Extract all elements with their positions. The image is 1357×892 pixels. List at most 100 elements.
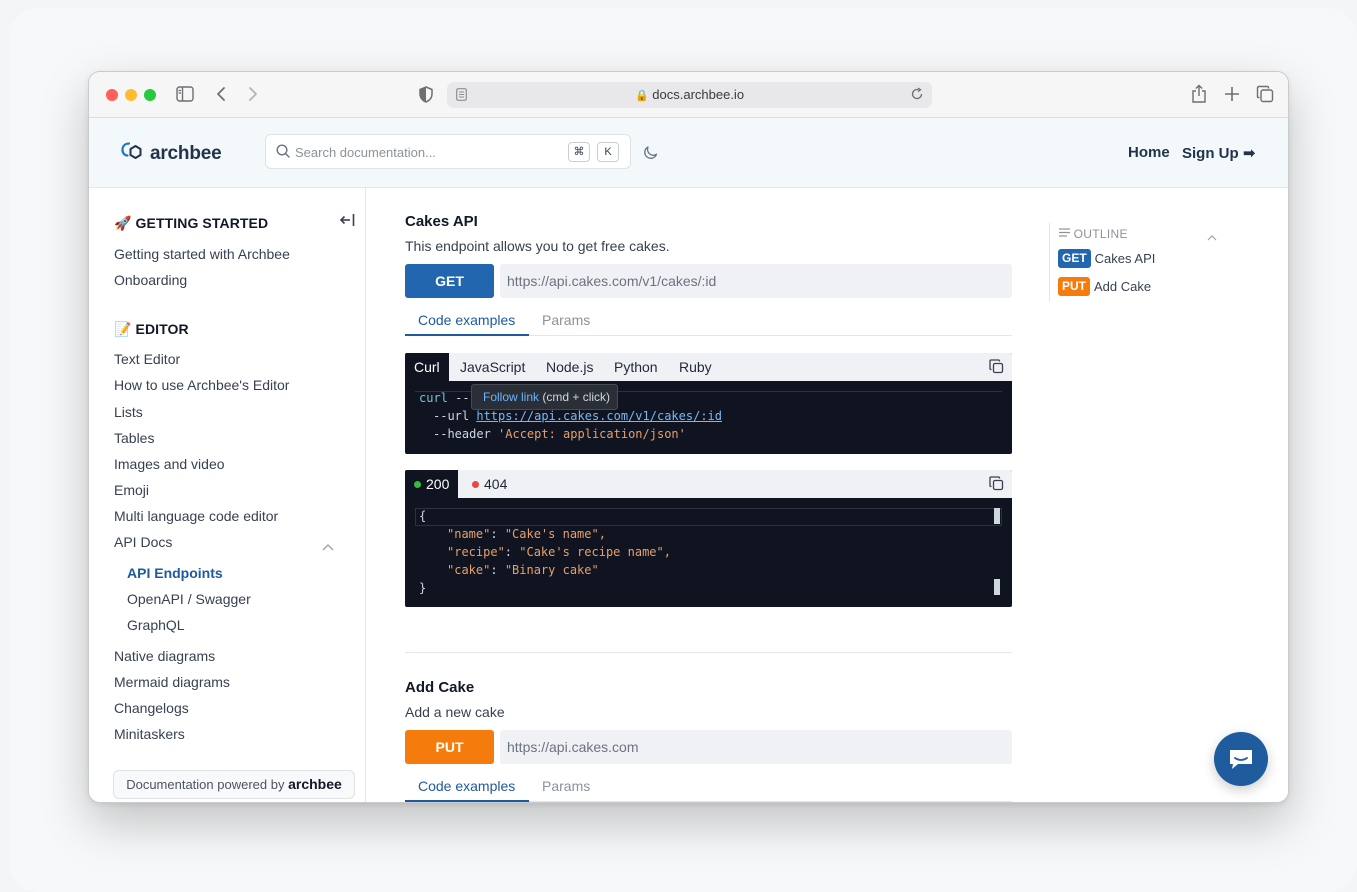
new-tab-icon[interactable] xyxy=(1224,86,1240,105)
request-code-panel: Curl JavaScript Node.js Python Ruby curl… xyxy=(405,353,1012,454)
tooltip-hint: (cmd + click) xyxy=(542,390,611,404)
sidebar-toggle-icon[interactable] xyxy=(176,86,194,105)
tab-params[interactable]: Params xyxy=(542,778,590,802)
copy-icon[interactable] xyxy=(989,359,1004,379)
powered-by-text: Documentation powered by xyxy=(126,777,285,792)
lang-tab-ruby[interactable]: Ruby xyxy=(670,353,721,381)
outline-put-badge: PUT xyxy=(1058,277,1090,296)
chat-support-button[interactable] xyxy=(1214,732,1268,786)
nav-signup-link[interactable]: Sign Up ➡ xyxy=(1182,144,1255,162)
forward-icon[interactable] xyxy=(248,86,258,105)
tab-code-examples[interactable]: Code examples xyxy=(418,778,515,802)
status-404-label: 404 xyxy=(484,476,508,492)
search-input[interactable]: Search documentation... ⌘ K xyxy=(265,134,631,169)
code-url-link[interactable]: https://api.cakes.com/v1/cakes/:id xyxy=(476,409,722,423)
cmd-key-hint: ⌘ xyxy=(568,142,590,162)
sidebar-item-lists[interactable]: Lists xyxy=(114,404,143,420)
endpoint-tabs: Code examples Params xyxy=(405,778,1012,802)
lang-tab-nodejs[interactable]: Node.js xyxy=(537,353,602,381)
powered-by-brand: archbee xyxy=(288,776,342,792)
success-dot-icon xyxy=(414,481,421,488)
outline-item-add-cake[interactable]: PUT Add Cake xyxy=(1058,277,1151,296)
sidebar-item-tables[interactable]: Tables xyxy=(114,430,154,446)
collapse-sidebar-icon[interactable] xyxy=(339,213,355,232)
sidebar-item-multi-language-code-editor[interactable]: Multi language code editor xyxy=(114,508,278,524)
active-line-highlight xyxy=(415,508,1002,526)
copy-icon[interactable] xyxy=(989,476,1004,496)
tab-params[interactable]: Params xyxy=(542,312,590,336)
json-open-brace: { xyxy=(419,509,426,523)
archbee-logo[interactable]: archbee xyxy=(120,141,222,166)
status-tab-404[interactable]: 404 xyxy=(463,470,516,498)
json-value-recipe: "Cake's recipe name", xyxy=(519,545,671,559)
powered-by-badge[interactable]: Documentation powered by archbee xyxy=(113,770,355,799)
section-divider xyxy=(405,652,1012,653)
status-tab-200[interactable]: 200 xyxy=(405,470,459,498)
endpoint-url: https://api.cakes.com xyxy=(500,730,1012,764)
sidebar-item-api-docs[interactable]: API Docs xyxy=(114,534,172,550)
status-tabs: 200 404 xyxy=(405,470,1012,498)
endpoint-title: Cakes API xyxy=(405,213,478,230)
logo-text: archbee xyxy=(150,142,222,164)
lang-tab-javascript[interactable]: JavaScript xyxy=(451,353,534,381)
chevron-up-icon[interactable] xyxy=(322,538,334,556)
site-header: archbee Search documentation... ⌘ K Home… xyxy=(89,118,1288,188)
sidebar: 🚀 GETTING STARTED Getting started with A… xyxy=(89,188,366,802)
browser-window: 🔒 docs.archbee.io archbee Search documen… xyxy=(88,71,1289,803)
privacy-shield-icon[interactable] xyxy=(419,86,433,106)
sidebar-item-onboarding[interactable]: Onboarding xyxy=(114,272,187,288)
tooltip-follow-link: Follow link xyxy=(483,390,540,404)
sidebar-item-how-to-use-editor[interactable]: How to use Archbee's Editor xyxy=(114,377,289,393)
sidebar-item-getting-started-with-archbee[interactable]: Getting started with Archbee xyxy=(114,246,290,262)
code-line-1: curl --r xyxy=(419,391,477,405)
language-tabs: Curl JavaScript Node.js Python Ruby xyxy=(405,353,1012,381)
outline-title: OUTLINE xyxy=(1073,227,1128,241)
sidebar-item-api-endpoints[interactable]: API Endpoints xyxy=(127,565,223,581)
sidebar-item-openapi-swagger[interactable]: OpenAPI / Swagger xyxy=(127,591,251,607)
sidebar-item-native-diagrams[interactable]: Native diagrams xyxy=(114,648,215,664)
response-code-body[interactable]: { "name": "Cake's name", "recipe": "Cake… xyxy=(405,498,1012,607)
active-tab-indicator xyxy=(405,334,529,336)
close-window-button[interactable] xyxy=(106,89,118,101)
sidebar-section-editor: 📝 EDITOR xyxy=(114,321,189,337)
sidebar-item-graphql[interactable]: GraphQL xyxy=(127,617,185,633)
json-value-name: "Cake's name", xyxy=(504,527,606,541)
zoom-window-button[interactable] xyxy=(144,89,156,101)
search-placeholder: Search documentation... xyxy=(295,145,436,160)
outline-item-label: Add Cake xyxy=(1094,279,1152,294)
nav-home-link[interactable]: Home xyxy=(1128,144,1170,161)
get-method-badge: GET xyxy=(405,264,494,298)
response-code-panel: 200 404 { "name": "Cake's name", "recipe… xyxy=(405,470,1012,607)
outline-item-cakes-api[interactable]: GET Cakes API xyxy=(1058,249,1155,268)
sidebar-item-emoji[interactable]: Emoji xyxy=(114,482,149,498)
json-line-name: "name": "Cake's name", xyxy=(447,527,606,541)
request-code-body[interactable]: curl --r --url https://api.cakes.com/v1/… xyxy=(405,381,1012,454)
sidebar-item-minitaskers[interactable]: Minitaskers xyxy=(114,726,185,742)
address-bar[interactable]: 🔒 docs.archbee.io xyxy=(447,82,932,108)
error-dot-icon xyxy=(472,481,479,488)
sidebar-item-images-and-video[interactable]: Images and video xyxy=(114,456,225,472)
tab-overview-icon[interactable] xyxy=(1256,85,1274,106)
back-icon[interactable] xyxy=(216,86,226,105)
lang-tab-curl[interactable]: Curl xyxy=(405,353,449,381)
status-200-label: 200 xyxy=(426,476,450,492)
sidebar-item-changelogs[interactable]: Changelogs xyxy=(114,700,189,716)
sidebar-item-mermaid-diagrams[interactable]: Mermaid diagrams xyxy=(114,674,230,690)
outline-get-badge: GET xyxy=(1058,249,1091,268)
tab-code-examples[interactable]: Code examples xyxy=(418,312,515,336)
dark-mode-moon-icon[interactable] xyxy=(643,144,659,165)
reload-icon[interactable] xyxy=(910,87,924,106)
json-key-name: "name" xyxy=(447,527,491,541)
code-curl-cmd: curl xyxy=(419,391,448,405)
sidebar-item-text-editor[interactable]: Text Editor xyxy=(114,351,180,367)
lang-tab-python[interactable]: Python xyxy=(605,353,667,381)
follow-link-tooltip: Follow link (cmd + click) xyxy=(471,384,619,410)
endpoint-tabs: Code examples Params xyxy=(405,312,1012,336)
address-text: 🔒 docs.archbee.io xyxy=(447,87,932,102)
cursor-block-bottom xyxy=(994,579,1000,595)
outline-collapse-chevron-icon[interactable] xyxy=(1207,228,1217,246)
minimize-window-button[interactable] xyxy=(125,89,137,101)
share-icon[interactable] xyxy=(1191,84,1207,107)
put-method-badge: PUT xyxy=(405,730,494,764)
outline-list-icon xyxy=(1059,226,1070,240)
